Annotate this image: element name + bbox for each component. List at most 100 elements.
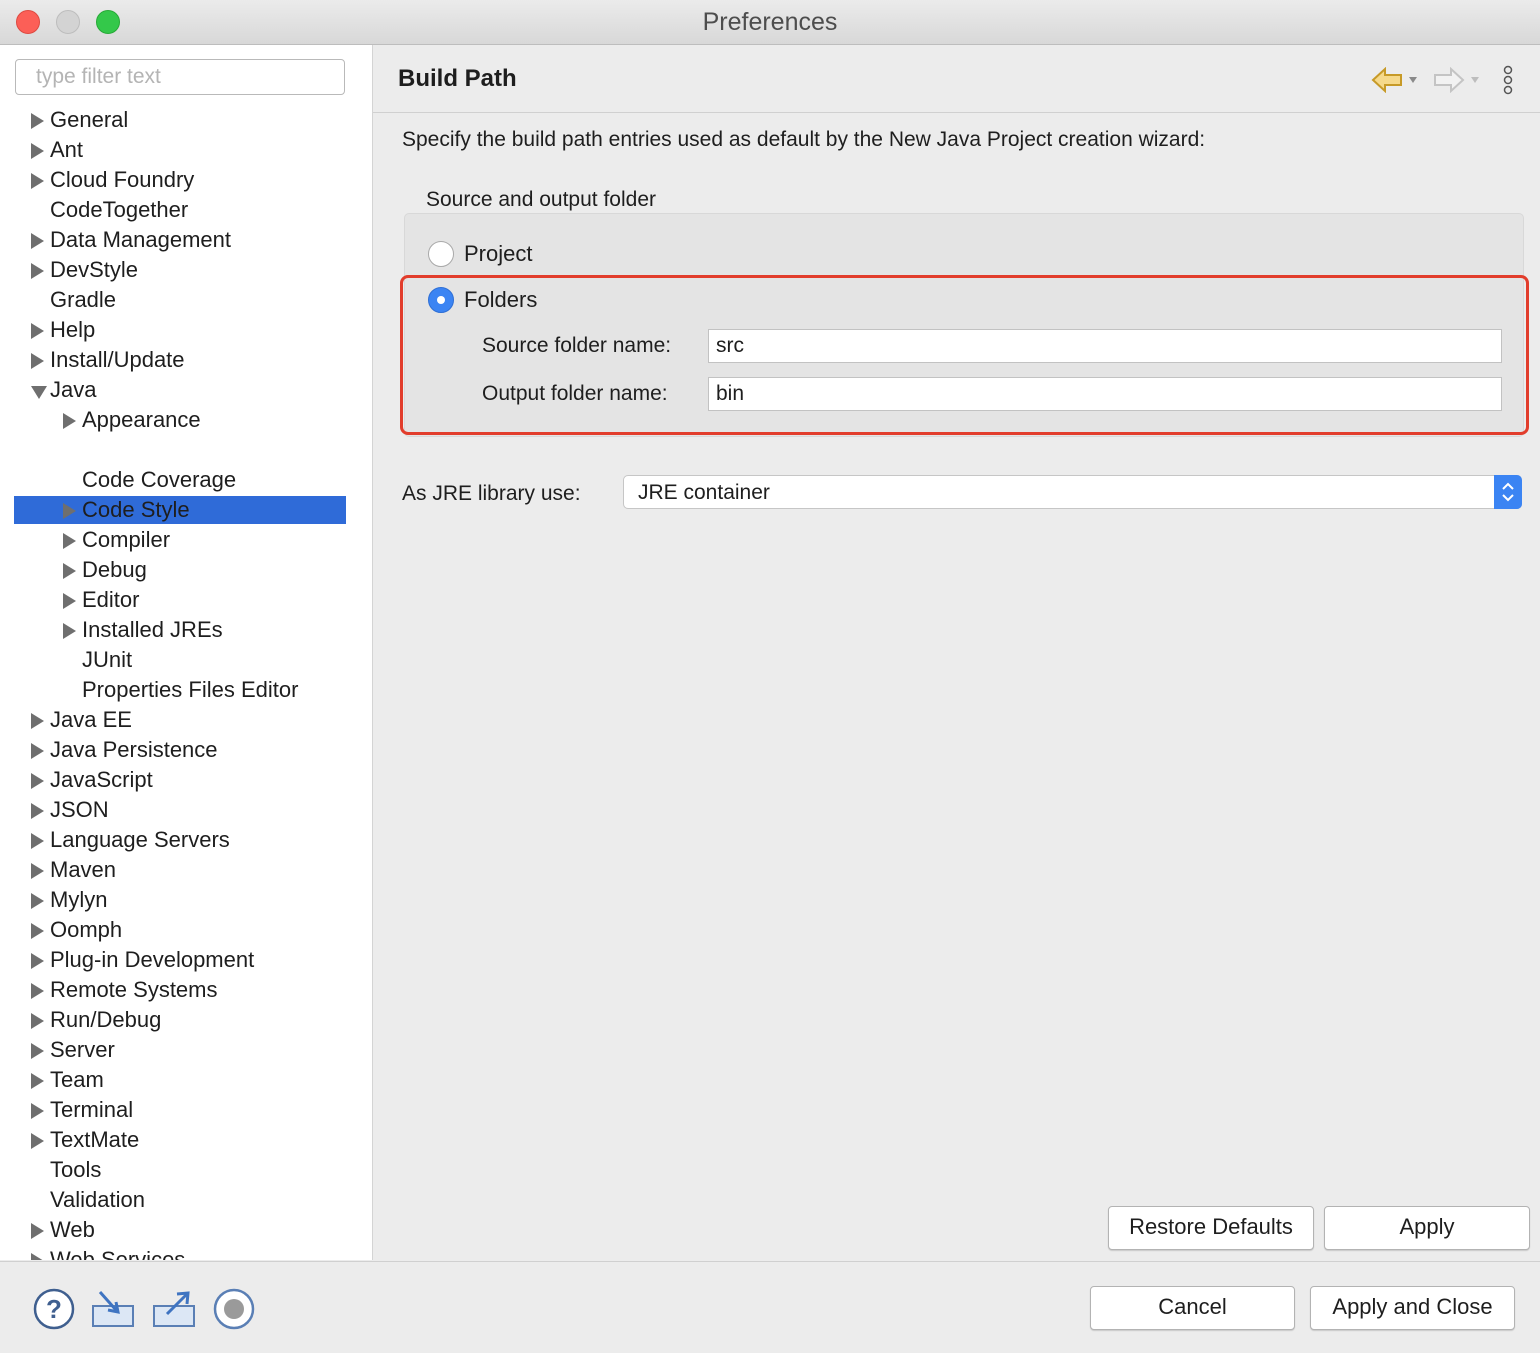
tree-item-tools[interactable]: Tools [31, 1157, 101, 1183]
expand-arrow-icon[interactable] [31, 1223, 44, 1239]
expand-arrow-icon[interactable] [63, 533, 76, 549]
expand-arrow-icon[interactable] [31, 113, 44, 129]
svg-text:?: ? [46, 1294, 62, 1324]
tree-item-properties-files-editor[interactable]: Properties Files Editor [63, 677, 298, 703]
tree-item-plug-in-development[interactable]: Plug-in Development [31, 947, 254, 973]
expand-arrow-icon[interactable] [63, 623, 76, 639]
title-bar: Preferences [0, 0, 1540, 45]
tree-item-build-path[interactable]: Build Path [63, 437, 182, 463]
expand-arrow-icon[interactable] [63, 413, 76, 429]
expand-arrow-icon[interactable] [31, 1253, 44, 1260]
tree-item-remote-systems[interactable]: Remote Systems [31, 977, 218, 1003]
expand-arrow-icon[interactable] [31, 233, 44, 249]
tree-item-language-servers[interactable]: Language Servers [31, 827, 230, 853]
tree-item-validation[interactable]: Validation [31, 1187, 145, 1213]
project-radio[interactable] [428, 241, 454, 267]
expand-arrow-icon[interactable] [31, 1043, 44, 1059]
expand-arrow-icon[interactable] [31, 953, 44, 969]
expand-arrow-icon[interactable] [63, 443, 76, 459]
expand-arrow-icon[interactable] [31, 1073, 44, 1089]
filter-input[interactable] [15, 59, 345, 95]
dialog-footer: ? Cancel Apply and Close [0, 1261, 1540, 1353]
page-title: Build Path [398, 65, 517, 92]
tree-item-code-style[interactable]: Code Style [63, 497, 190, 523]
help-icon[interactable]: ? [33, 1288, 75, 1330]
tree-item-server[interactable]: Server [31, 1037, 115, 1063]
chevron-up-down-icon[interactable] [1494, 475, 1522, 509]
expand-arrow-icon[interactable] [31, 1133, 44, 1149]
tree-item-java-persistence[interactable]: Java Persistence [31, 737, 218, 763]
collapse-arrow-icon[interactable] [31, 386, 47, 399]
expand-arrow-icon[interactable] [31, 713, 44, 729]
tree-item-compiler[interactable]: Compiler [63, 527, 170, 553]
tree-item-ant[interactable]: Ant [31, 137, 83, 163]
tree-item-junit[interactable]: JUnit [63, 647, 132, 673]
tree-item-oomph[interactable]: Oomph [31, 917, 122, 943]
tree-item-web[interactable]: Web [31, 1217, 95, 1243]
tree-item-team[interactable]: Team [31, 1067, 104, 1093]
tree-item-maven[interactable]: Maven [31, 857, 116, 883]
jre-library-value: JRE container [638, 481, 770, 504]
preferences-sidebar: General Ant Cloud Foundry CodeTogether D… [0, 45, 373, 1260]
expand-arrow-icon[interactable] [31, 143, 44, 159]
tree-item-web-services[interactable]: Web Services [31, 1247, 185, 1260]
expand-arrow-icon[interactable] [31, 323, 44, 339]
tree-item-textmate[interactable]: TextMate [31, 1127, 139, 1153]
tree-item-javascript[interactable]: JavaScript [31, 767, 153, 793]
tree-item-cloud-foundry[interactable]: Cloud Foundry [31, 167, 194, 193]
back-arrow-icon[interactable] [1371, 67, 1419, 93]
tree-item-terminal[interactable]: Terminal [31, 1097, 133, 1123]
oomph-record-icon[interactable] [212, 1288, 256, 1330]
expand-arrow-icon[interactable] [31, 1103, 44, 1119]
jre-library-label: As JRE library use: [402, 482, 581, 505]
tree-item-gradle[interactable]: Gradle [31, 287, 116, 313]
expand-arrow-icon[interactable] [31, 863, 44, 879]
expand-arrow-icon[interactable] [31, 983, 44, 999]
apply-button[interactable]: Apply [1324, 1206, 1530, 1250]
expand-arrow-icon[interactable] [63, 503, 76, 519]
tree-item-installed-jres[interactable]: Installed JREs [63, 617, 223, 643]
page-header: Build Path [373, 45, 1540, 113]
expand-arrow-icon[interactable] [31, 833, 44, 849]
expand-arrow-icon[interactable] [31, 893, 44, 909]
tree-item-data-management[interactable]: Data Management [31, 227, 231, 253]
tree-item-editor[interactable]: Editor [63, 587, 139, 613]
cancel-button[interactable]: Cancel [1090, 1286, 1295, 1330]
expand-arrow-icon[interactable] [31, 923, 44, 939]
tree-item-devstyle[interactable]: DevStyle [31, 257, 138, 283]
tree-item-java-ee[interactable]: Java EE [31, 707, 132, 733]
restore-defaults-button[interactable]: Restore Defaults [1108, 1206, 1314, 1250]
group-title: Source and output folder [426, 188, 656, 211]
expand-arrow-icon[interactable] [31, 1013, 44, 1029]
tree-item-json[interactable]: JSON [31, 797, 109, 823]
expand-arrow-icon[interactable] [63, 563, 76, 579]
tree-item-install-update[interactable]: Install/Update [31, 347, 185, 373]
tree-item-code-coverage[interactable]: Code Coverage [63, 467, 236, 493]
expand-arrow-icon[interactable] [63, 593, 76, 609]
tree-item-mylyn[interactable]: Mylyn [31, 887, 107, 913]
tree-item-help[interactable]: Help [31, 317, 95, 343]
import-icon[interactable] [90, 1288, 136, 1330]
jre-library-select[interactable]: JRE container [623, 475, 1522, 509]
expand-arrow-icon[interactable] [31, 743, 44, 759]
tree-item-codetogether[interactable]: CodeTogether [31, 197, 188, 223]
expand-arrow-icon[interactable] [31, 173, 44, 189]
tree-item-java[interactable]: Java [31, 377, 96, 403]
expand-arrow-icon[interactable] [31, 263, 44, 279]
expand-arrow-icon[interactable] [31, 803, 44, 819]
window-title: Preferences [702, 8, 838, 36]
highlight-box [400, 275, 1529, 435]
project-radio-label[interactable]: Project [464, 241, 532, 267]
page-description: Specify the build path entries used as d… [402, 128, 1206, 151]
more-options-icon[interactable] [1501, 65, 1515, 97]
apply-and-close-button[interactable]: Apply and Close [1310, 1286, 1515, 1330]
expand-arrow-icon[interactable] [31, 353, 44, 369]
tree-item-general[interactable]: General [31, 107, 128, 133]
preference-page: Build Path Specify the build path entrie… [373, 45, 1540, 1260]
export-icon[interactable] [151, 1288, 197, 1330]
tree-item-run-debug[interactable]: Run/Debug [31, 1007, 161, 1033]
forward-arrow-icon[interactable] [1433, 67, 1481, 93]
expand-arrow-icon[interactable] [31, 773, 44, 789]
tree-item-debug[interactable]: Debug [63, 557, 147, 583]
tree-item-appearance[interactable]: Appearance [63, 407, 201, 433]
